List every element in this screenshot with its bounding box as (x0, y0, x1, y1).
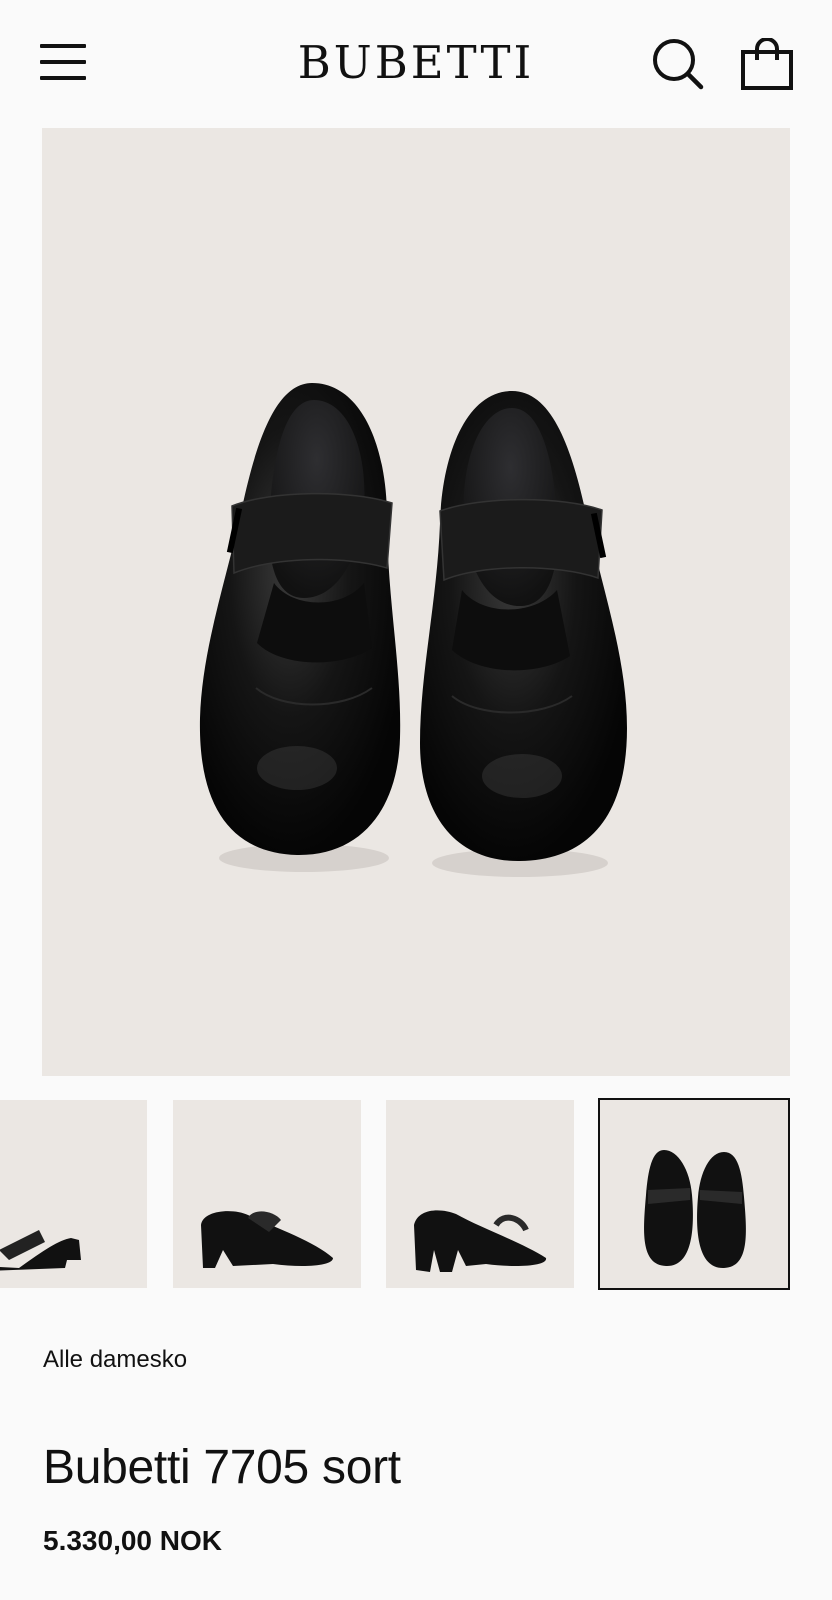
thumbnail-front-three-quarter-view[interactable] (173, 1100, 361, 1288)
brand-logo[interactable]: BUBETTI (0, 36, 832, 90)
product-main-image[interactable] (42, 128, 790, 1076)
shoe-illustration (199, 383, 627, 877)
thumbnail-strip (0, 1098, 832, 1290)
site-header: BUBETTI (0, 0, 832, 128)
thumbnail-side-view[interactable] (0, 1100, 147, 1288)
thumbnail-top-view[interactable] (598, 1098, 790, 1290)
thumbnail-back-three-quarter-view[interactable] (386, 1100, 574, 1288)
search-icon[interactable] (652, 38, 704, 90)
product-price: 5.330,00 NOK (43, 1525, 222, 1556)
shopping-bag-icon[interactable] (740, 37, 794, 90)
breadcrumb-link[interactable]: Alle damesko (43, 1346, 187, 1374)
product-title: Bubetti 7705 sort (43, 1441, 401, 1494)
